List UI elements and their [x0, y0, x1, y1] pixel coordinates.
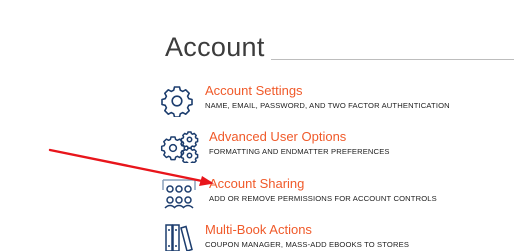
title-divider: [271, 59, 514, 60]
users-icon: [160, 176, 200, 210]
advanced-user-options-item[interactable]: Advanced User Options FORMATTING AND END…: [160, 129, 514, 165]
account-sharing-item[interactable]: Account Sharing ADD OR REMOVE PERMISSION…: [160, 176, 514, 212]
account-sharing-label[interactable]: Account Sharing: [209, 176, 304, 192]
advanced-user-options-label[interactable]: Advanced User Options: [209, 129, 346, 145]
multi-book-actions-item[interactable]: Multi-Book Actions COUPON MANAGER, MASS-…: [160, 222, 514, 251]
advanced-user-options-description: FORMATTING AND ENDMATTER PREFERENCES: [209, 147, 390, 156]
multi-book-actions-label[interactable]: Multi-Book Actions: [205, 222, 312, 238]
gears-icon: [160, 129, 200, 163]
account-page: Account Account Settings NAME, EMAIL, PA…: [0, 0, 514, 251]
account-settings-label[interactable]: Account Settings: [205, 83, 303, 99]
account-settings-item[interactable]: Account Settings NAME, EMAIL, PASSWORD, …: [160, 83, 514, 119]
books-icon: [160, 222, 200, 251]
account-sharing-description: ADD OR REMOVE PERMISSIONS FOR ACCOUNT CO…: [209, 194, 437, 203]
account-settings-description: NAME, EMAIL, PASSWORD, AND TWO FACTOR AU…: [205, 101, 450, 110]
multi-book-actions-description: COUPON MANAGER, MASS-ADD EBOOKS TO STORE…: [205, 240, 410, 249]
gear-icon: [160, 83, 200, 117]
page-title: Account: [165, 32, 265, 62]
